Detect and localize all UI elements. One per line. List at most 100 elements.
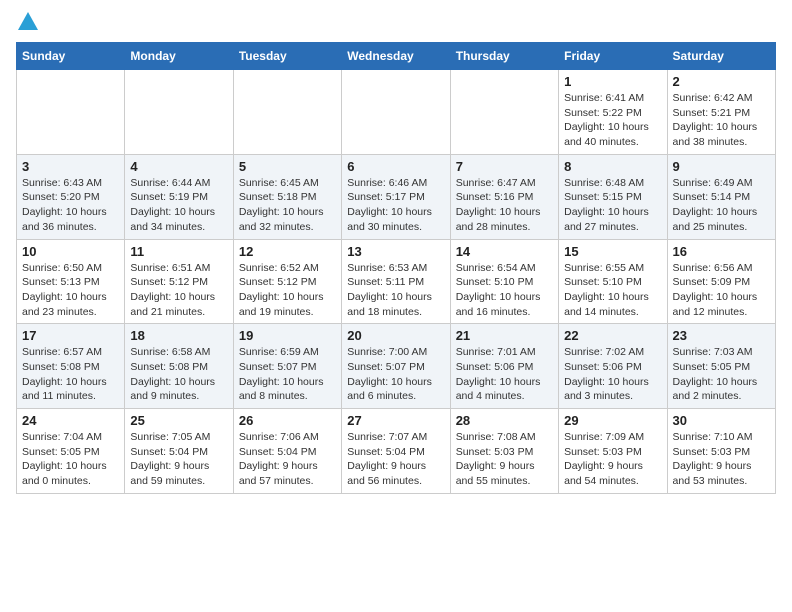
day-info: Sunrise: 6:41 AM Sunset: 5:22 PM Dayligh… — [564, 91, 661, 150]
calendar-cell: 21 Sunrise: 7:01 AM Sunset: 5:06 PM Dayli… — [450, 324, 558, 409]
calendar-cell: 11Sunrise: 6:51 AM Sunset: 5:12 PM Dayli… — [125, 239, 233, 324]
day-number: 18 — [130, 328, 227, 343]
calendar-cell: 26 Sunrise: 7:06 AM Sunset: 5:04 PM Dayli… — [233, 409, 341, 494]
calendar-cell: 22 Sunrise: 7:02 AM Sunset: 5:06 PM Dayli… — [559, 324, 667, 409]
calendar-week-4: 17 Sunrise: 6:57 AM Sunset: 5:08 PM Dayli… — [17, 324, 776, 409]
day-number: 23 — [673, 328, 770, 343]
calendar-cell: 18 Sunrise: 6:58 AM Sunset: 5:08 PM Dayli… — [125, 324, 233, 409]
weekday-header-saturday: Saturday — [667, 43, 775, 70]
calendar-cell: 5 Sunrise: 6:45 AM Sunset: 5:18 PM Daylig… — [233, 154, 341, 239]
day-number: 16 — [673, 244, 770, 259]
day-info: Sunrise: 7:05 AM Sunset: 5:04 PM Dayligh… — [130, 430, 227, 489]
calendar-week-3: 10 Sunrise: 6:50 AM Sunset: 5:13 PM Dayli… — [17, 239, 776, 324]
day-number: 8 — [564, 159, 661, 174]
day-number: 21 — [456, 328, 553, 343]
logo — [16, 16, 38, 30]
calendar-cell: 19 Sunrise: 6:59 AM Sunset: 5:07 PM Dayli… — [233, 324, 341, 409]
day-info: Sunrise: 7:02 AM Sunset: 5:06 PM Dayligh… — [564, 345, 661, 404]
day-info: Sunrise: 6:43 AM Sunset: 5:20 PM Dayligh… — [22, 176, 119, 235]
day-info: Sunrise: 6:51 AM Sunset: 5:12 PM Dayligh… — [130, 261, 227, 320]
day-info: Sunrise: 6:57 AM Sunset: 5:08 PM Dayligh… — [22, 345, 119, 404]
day-number: 12 — [239, 244, 336, 259]
day-info: Sunrise: 7:03 AM Sunset: 5:05 PM Dayligh… — [673, 345, 770, 404]
calendar-cell: 12 Sunrise: 6:52 AM Sunset: 5:12 PM Dayli… — [233, 239, 341, 324]
day-info: Sunrise: 7:07 AM Sunset: 5:04 PM Dayligh… — [347, 430, 444, 489]
calendar-cell: 8 Sunrise: 6:48 AM Sunset: 5:15 PM Daylig… — [559, 154, 667, 239]
weekday-header-tuesday: Tuesday — [233, 43, 341, 70]
day-number: 17 — [22, 328, 119, 343]
calendar-cell: 13Sunrise: 6:53 AM Sunset: 5:11 PM Dayli… — [342, 239, 450, 324]
weekday-header-sunday: Sunday — [17, 43, 125, 70]
calendar-week-2: 3 Sunrise: 6:43 AM Sunset: 5:20 PM Daylig… — [17, 154, 776, 239]
day-info: Sunrise: 7:08 AM Sunset: 5:03 PM Dayligh… — [456, 430, 553, 489]
calendar-header-row: SundayMondayTuesdayWednesdayThursdayFrid… — [17, 43, 776, 70]
page-header — [16, 16, 776, 30]
day-number: 27 — [347, 413, 444, 428]
day-number: 24 — [22, 413, 119, 428]
weekday-header-wednesday: Wednesday — [342, 43, 450, 70]
day-number: 25 — [130, 413, 227, 428]
day-info: Sunrise: 6:50 AM Sunset: 5:13 PM Dayligh… — [22, 261, 119, 320]
weekday-header-thursday: Thursday — [450, 43, 558, 70]
day-info: Sunrise: 6:48 AM Sunset: 5:15 PM Dayligh… — [564, 176, 661, 235]
weekday-header-monday: Monday — [125, 43, 233, 70]
calendar-cell: 9 Sunrise: 6:49 AM Sunset: 5:14 PM Daylig… — [667, 154, 775, 239]
day-info: Sunrise: 7:06 AM Sunset: 5:04 PM Dayligh… — [239, 430, 336, 489]
calendar-cell — [17, 70, 125, 155]
day-info: Sunrise: 6:49 AM Sunset: 5:14 PM Dayligh… — [673, 176, 770, 235]
day-number: 1 — [564, 74, 661, 89]
day-info: Sunrise: 7:00 AM Sunset: 5:07 PM Dayligh… — [347, 345, 444, 404]
calendar-cell: 6Sunrise: 6:46 AM Sunset: 5:17 PM Daylig… — [342, 154, 450, 239]
day-info: Sunrise: 6:47 AM Sunset: 5:16 PM Dayligh… — [456, 176, 553, 235]
day-number: 14 — [456, 244, 553, 259]
calendar-cell — [342, 70, 450, 155]
day-info: Sunrise: 6:52 AM Sunset: 5:12 PM Dayligh… — [239, 261, 336, 320]
day-info: Sunrise: 6:45 AM Sunset: 5:18 PM Dayligh… — [239, 176, 336, 235]
calendar-cell — [233, 70, 341, 155]
calendar-cell: 25 Sunrise: 7:05 AM Sunset: 5:04 PM Dayli… — [125, 409, 233, 494]
day-number: 19 — [239, 328, 336, 343]
day-number: 5 — [239, 159, 336, 174]
day-info: Sunrise: 7:04 AM Sunset: 5:05 PM Dayligh… — [22, 430, 119, 489]
day-number: 6 — [347, 159, 444, 174]
calendar-cell — [125, 70, 233, 155]
calendar-cell — [450, 70, 558, 155]
day-number: 4 — [130, 159, 227, 174]
day-info: Sunrise: 6:54 AM Sunset: 5:10 PM Dayligh… — [456, 261, 553, 320]
day-info: Sunrise: 6:44 AM Sunset: 5:19 PM Dayligh… — [130, 176, 227, 235]
calendar-week-1: 1 Sunrise: 6:41 AM Sunset: 5:22 PM Daylig… — [17, 70, 776, 155]
day-info: Sunrise: 6:59 AM Sunset: 5:07 PM Dayligh… — [239, 345, 336, 404]
calendar-cell: 23 Sunrise: 7:03 AM Sunset: 5:05 PM Dayli… — [667, 324, 775, 409]
calendar-table: SundayMondayTuesdayWednesdayThursdayFrid… — [16, 42, 776, 494]
day-number: 20 — [347, 328, 444, 343]
day-number: 15 — [564, 244, 661, 259]
day-info: Sunrise: 7:09 AM Sunset: 5:03 PM Dayligh… — [564, 430, 661, 489]
day-number: 26 — [239, 413, 336, 428]
day-info: Sunrise: 6:42 AM Sunset: 5:21 PM Dayligh… — [673, 91, 770, 150]
day-number: 2 — [673, 74, 770, 89]
calendar-cell: 1 Sunrise: 6:41 AM Sunset: 5:22 PM Daylig… — [559, 70, 667, 155]
calendar-cell: 10 Sunrise: 6:50 AM Sunset: 5:13 PM Dayli… — [17, 239, 125, 324]
logo-triangle-icon — [18, 12, 38, 30]
day-info: Sunrise: 6:53 AM Sunset: 5:11 PM Dayligh… — [347, 261, 444, 320]
day-number: 7 — [456, 159, 553, 174]
calendar-cell: 30Sunrise: 7:10 AM Sunset: 5:03 PM Dayli… — [667, 409, 775, 494]
calendar-cell: 15Sunrise: 6:55 AM Sunset: 5:10 PM Dayli… — [559, 239, 667, 324]
calendar-week-5: 24 Sunrise: 7:04 AM Sunset: 5:05 PM Dayli… — [17, 409, 776, 494]
day-info: Sunrise: 6:58 AM Sunset: 5:08 PM Dayligh… — [130, 345, 227, 404]
day-number: 29 — [564, 413, 661, 428]
calendar-cell: 17 Sunrise: 6:57 AM Sunset: 5:08 PM Dayli… — [17, 324, 125, 409]
day-number: 9 — [673, 159, 770, 174]
calendar-cell: 3 Sunrise: 6:43 AM Sunset: 5:20 PM Daylig… — [17, 154, 125, 239]
day-info: Sunrise: 6:56 AM Sunset: 5:09 PM Dayligh… — [673, 261, 770, 320]
day-info: Sunrise: 7:10 AM Sunset: 5:03 PM Dayligh… — [673, 430, 770, 489]
day-number: 10 — [22, 244, 119, 259]
day-number: 22 — [564, 328, 661, 343]
calendar-cell: 16 Sunrise: 6:56 AM Sunset: 5:09 PM Dayli… — [667, 239, 775, 324]
weekday-header-friday: Friday — [559, 43, 667, 70]
day-info: Sunrise: 7:01 AM Sunset: 5:06 PM Dayligh… — [456, 345, 553, 404]
calendar-cell: 4 Sunrise: 6:44 AM Sunset: 5:19 PM Daylig… — [125, 154, 233, 239]
day-number: 3 — [22, 159, 119, 174]
calendar-cell: 28Sunrise: 7:08 AM Sunset: 5:03 PM Dayli… — [450, 409, 558, 494]
calendar-cell: 2 Sunrise: 6:42 AM Sunset: 5:21 PM Daylig… — [667, 70, 775, 155]
